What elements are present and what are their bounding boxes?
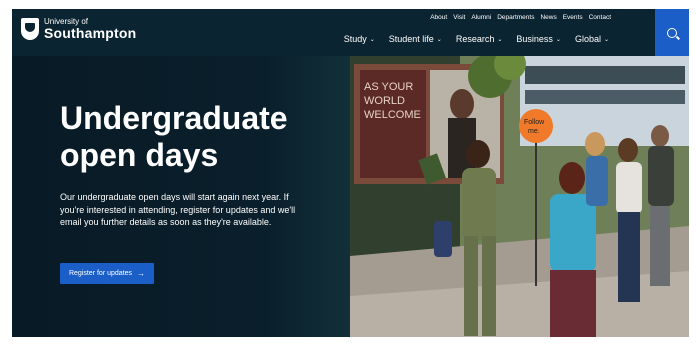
chevron-down-icon: ⌄ xyxy=(497,36,503,43)
cta-label: Register for updates xyxy=(68,270,133,277)
nav-item-label: Global xyxy=(574,34,601,44)
nav-item-label: Student life xyxy=(388,34,434,44)
register-for-updates-button[interactable]: Register for updates → xyxy=(60,263,154,284)
poster-text: AS YOUR xyxy=(364,81,413,93)
students-walking-photo: AS YOUR WORLD WELCOME Follow me. xyxy=(350,56,689,337)
follow-me-sign: Follow xyxy=(524,119,545,126)
utility-link-alumni[interactable]: Alumni xyxy=(471,14,491,21)
hero-description: Our undergraduate open days will start a… xyxy=(60,192,296,227)
hero-photo: AS YOUR WORLD WELCOME Follow me. xyxy=(350,56,689,337)
hero-title-line1: Undergraduate xyxy=(60,100,288,136)
utility-link-about[interactable]: About xyxy=(430,14,447,21)
nav-item-research[interactable]: Research ⌄ xyxy=(456,34,503,44)
utility-link-contact[interactable]: Contact xyxy=(589,14,611,21)
nav-item-global[interactable]: Global ⌄ xyxy=(575,34,609,44)
svg-text:me.: me. xyxy=(528,128,540,135)
svg-text:WELCOME: WELCOME xyxy=(364,109,421,121)
nav-item-student-life[interactable]: Student life ⌄ xyxy=(389,34,442,44)
page-frame: University of Southampton About Visit Al… xyxy=(12,9,689,337)
utility-link-events[interactable]: Events xyxy=(563,14,583,21)
nav-item-label: Study xyxy=(343,34,367,44)
main-nav: Study ⌄ Student life ⌄ Research ⌄ Busine… xyxy=(344,34,609,44)
nav-item-label: Research xyxy=(455,34,495,44)
svg-text:WORLD: WORLD xyxy=(364,95,405,107)
chevron-down-icon: ⌄ xyxy=(436,36,442,43)
utility-nav: About Visit Alumni Departments News Even… xyxy=(430,14,611,21)
nav-item-study[interactable]: Study ⌄ xyxy=(344,34,375,44)
chevron-down-icon: ⌄ xyxy=(603,36,609,43)
university-logo[interactable]: University of Southampton xyxy=(21,18,136,40)
hero-panel: Undergraduate open days Our undergraduat… xyxy=(12,56,352,337)
chevron-down-icon: ⌄ xyxy=(369,36,375,43)
site-header: University of Southampton About Visit Al… xyxy=(12,9,655,56)
utility-link-visit[interactable]: Visit xyxy=(453,14,465,21)
nav-item-label: Business xyxy=(516,34,553,44)
search-button[interactable] xyxy=(655,9,689,56)
nav-item-business[interactable]: Business ⌄ xyxy=(516,34,561,44)
hero-title: Undergraduate open days xyxy=(60,100,350,174)
university-crest-icon xyxy=(21,18,39,40)
hero-title-line2: open days xyxy=(60,137,219,173)
logo-line2: Southampton xyxy=(44,25,137,41)
arrow-right-icon: → xyxy=(137,269,146,278)
utility-link-news[interactable]: News xyxy=(540,14,556,21)
logo-text: University of Southampton xyxy=(44,18,137,41)
search-icon xyxy=(667,27,677,38)
chevron-down-icon: ⌄ xyxy=(555,36,561,43)
utility-link-departments[interactable]: Departments xyxy=(497,14,534,21)
